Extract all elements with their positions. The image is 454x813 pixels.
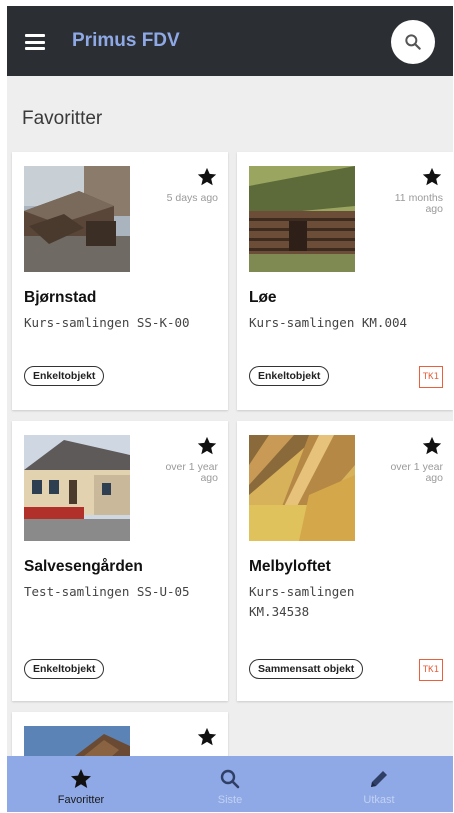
menu-icon[interactable] [25, 34, 45, 50]
search-button[interactable] [391, 20, 435, 64]
condition-badge: TK1 [418, 659, 443, 681]
object-type-chip[interactable]: Enkeltobjekt [24, 659, 105, 679]
nav-label: Siste [217, 794, 243, 806]
object-name: Melbyloftet [249, 558, 331, 575]
object-photo [249, 435, 355, 541]
last-modified-time: 11 months ago [394, 192, 443, 215]
last-modified-time: 5 days ago [166, 192, 218, 204]
search-icon [405, 34, 421, 50]
favorite-card[interactable]: over 1 year ago Salvesengården Test-saml… [12, 421, 228, 701]
section-title: Favoritter [22, 108, 103, 129]
nav-utkast[interactable]: Utkast [305, 756, 453, 812]
favorite-card[interactable]: 5 days ago Bjørnstad Kurs-samlingen SS-K… [12, 152, 228, 410]
last-modified-time: over 1 year ago [165, 461, 218, 484]
app-title: Primus FDV [72, 30, 180, 51]
object-collection-code: Test-samlingen SS-U-05 [24, 584, 190, 599]
object-name: Bjørnstad [24, 289, 97, 306]
object-collection-code: Kurs-samlingen KM.34538 [249, 584, 355, 619]
app-bar: Primus FDV [7, 6, 453, 76]
object-type-chip[interactable]: Enkeltobjekt [24, 366, 105, 386]
star-icon[interactable] [421, 435, 443, 457]
star-icon[interactable] [196, 166, 218, 188]
object-name: Salvesengården [24, 558, 143, 575]
condition-badge: TK1 [418, 366, 443, 388]
nav-siste[interactable]: Siste [156, 756, 304, 812]
favorite-card[interactable]: over 1 year ago Melbyloftet Kurs-samling… [237, 421, 453, 701]
bottom-navigation: Favoritter Siste Utkast [7, 756, 453, 812]
object-photo [24, 435, 130, 541]
app-frame: Primus FDV Favoritter 5 days ago Bjørnst… [7, 6, 453, 812]
object-type-chip[interactable]: Enkeltobjekt [249, 366, 330, 386]
star-icon [71, 769, 91, 788]
object-name: Løe [249, 289, 277, 306]
nav-label: Utkast [363, 794, 395, 806]
object-type-chip[interactable]: Sammensatt objekt [249, 659, 364, 679]
object-photo [24, 166, 130, 272]
star-icon[interactable] [421, 166, 443, 188]
last-modified-time: over 1 year ago [390, 461, 443, 484]
object-collection-code: Kurs-samlingen SS-K-00 [24, 315, 190, 330]
object-collection-code: Kurs-samlingen KM.004 [249, 315, 408, 330]
nav-favoritter[interactable]: Favoritter [7, 756, 155, 812]
search-icon [220, 769, 240, 789]
star-icon[interactable] [196, 726, 218, 748]
object-photo [249, 166, 355, 272]
pencil-icon [371, 771, 387, 787]
favorite-card[interactable]: 11 months ago Løe Kurs-samlingen KM.004 … [237, 152, 453, 410]
star-icon[interactable] [196, 435, 218, 457]
nav-label: Favoritter [57, 794, 105, 806]
